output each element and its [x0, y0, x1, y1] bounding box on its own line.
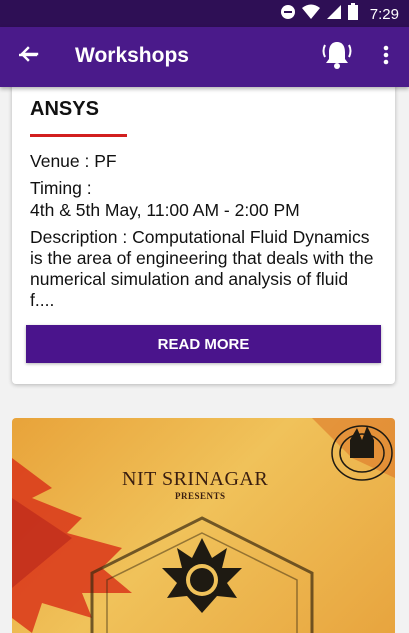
workshop-venue: Venue : PF	[30, 151, 117, 171]
battery-icon	[347, 3, 358, 25]
workshop-timing-value: 4th & 5th May, 11:00 AM - 2:00 PM	[30, 200, 300, 220]
read-more-button[interactable]: READ MORE	[26, 325, 381, 363]
workshop-title: ANSYS	[30, 98, 99, 120]
app-bar: Workshops	[0, 27, 409, 87]
bell-icon	[320, 39, 354, 76]
poster-heading: NIT SRINAGAR	[122, 468, 269, 490]
notifications-button[interactable]	[318, 38, 356, 76]
back-arrow-icon	[17, 44, 39, 71]
page-title: Workshops	[75, 44, 189, 67]
workshop-poster[interactable]: NIT SRINAGAR PRESENTS	[12, 418, 395, 633]
overflow-menu-button[interactable]	[372, 41, 400, 73]
signal-icon	[326, 4, 342, 25]
poster-artwork	[12, 418, 395, 633]
workshop-description: Description : Computational Fluid Dynami…	[30, 227, 374, 310]
do-not-disturb-icon	[280, 4, 296, 25]
status-bar: 7:29	[0, 0, 409, 27]
back-button[interactable]	[12, 41, 44, 73]
title-underline	[30, 134, 127, 137]
workshop-card: ANSYS Venue : PF Timing : 4th & 5th May,…	[12, 87, 395, 384]
status-icons: 7:29	[280, 3, 399, 25]
status-time: 7:29	[369, 5, 399, 23]
workshop-timing-label: Timing :	[30, 178, 92, 198]
more-vert-icon	[383, 45, 389, 70]
wifi-icon	[301, 4, 320, 25]
workshop-list[interactable]: ANSYS Venue : PF Timing : 4th & 5th May,…	[0, 87, 409, 633]
poster-subheading: PRESENTS	[175, 491, 226, 501]
